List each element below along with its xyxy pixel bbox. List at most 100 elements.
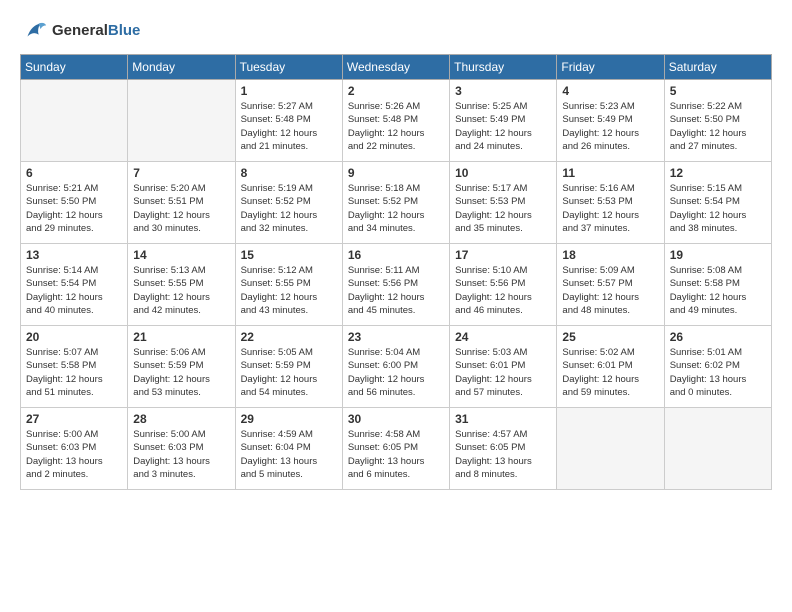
day-number: 10 <box>455 166 551 180</box>
calendar-cell: 20 Sunrise: 5:07 AMSunset: 5:58 PMDayligh… <box>21 326 128 408</box>
day-number: 15 <box>241 248 337 262</box>
weekday-header-friday: Friday <box>557 55 664 80</box>
day-number: 1 <box>241 84 337 98</box>
day-number: 28 <box>133 412 229 426</box>
calendar-cell: 5 Sunrise: 5:22 AMSunset: 5:50 PMDaylight… <box>664 80 771 162</box>
weekday-header-tuesday: Tuesday <box>235 55 342 80</box>
calendar-cell: 25 Sunrise: 5:02 AMSunset: 6:01 PMDayligh… <box>557 326 664 408</box>
calendar-week-4: 20 Sunrise: 5:07 AMSunset: 5:58 PMDayligh… <box>21 326 772 408</box>
weekday-header-row: SundayMondayTuesdayWednesdayThursdayFrid… <box>21 55 772 80</box>
day-info: Sunrise: 4:57 AMSunset: 6:05 PMDaylight:… <box>455 428 551 481</box>
day-number: 23 <box>348 330 444 344</box>
day-info: Sunrise: 5:27 AMSunset: 5:48 PMDaylight:… <box>241 100 337 153</box>
day-number: 20 <box>26 330 122 344</box>
calendar-cell: 9 Sunrise: 5:18 AMSunset: 5:52 PMDaylight… <box>342 162 449 244</box>
day-number: 16 <box>348 248 444 262</box>
calendar-cell: 29 Sunrise: 4:59 AMSunset: 6:04 PMDayligh… <box>235 408 342 490</box>
day-info: Sunrise: 5:03 AMSunset: 6:01 PMDaylight:… <box>455 346 551 399</box>
day-number: 6 <box>26 166 122 180</box>
calendar-cell: 21 Sunrise: 5:06 AMSunset: 5:59 PMDayligh… <box>128 326 235 408</box>
weekday-header-wednesday: Wednesday <box>342 55 449 80</box>
header: GeneralBlue <box>20 16 772 44</box>
day-number: 4 <box>562 84 658 98</box>
day-number: 29 <box>241 412 337 426</box>
weekday-header-monday: Monday <box>128 55 235 80</box>
day-number: 21 <box>133 330 229 344</box>
day-number: 22 <box>241 330 337 344</box>
day-number: 12 <box>670 166 766 180</box>
day-info: Sunrise: 5:04 AMSunset: 6:00 PMDaylight:… <box>348 346 444 399</box>
logo-text: GeneralBlue <box>52 22 140 39</box>
calendar-cell: 28 Sunrise: 5:00 AMSunset: 6:03 PMDayligh… <box>128 408 235 490</box>
calendar-cell: 17Sunrise: 5:10 AMSunset: 5:56 PMDayligh… <box>450 244 557 326</box>
calendar-table: SundayMondayTuesdayWednesdayThursdayFrid… <box>20 54 772 490</box>
calendar-cell <box>557 408 664 490</box>
calendar-cell: 14 Sunrise: 5:13 AMSunset: 5:55 PMDayligh… <box>128 244 235 326</box>
day-number: 14 <box>133 248 229 262</box>
day-info: Sunrise: 5:10 AMSunset: 5:56 PMDaylight:… <box>455 264 551 317</box>
day-number: 3 <box>455 84 551 98</box>
day-info: Sunrise: 5:16 AMSunset: 5:53 PMDaylight:… <box>562 182 658 235</box>
day-number: 31 <box>455 412 551 426</box>
day-info: Sunrise: 5:07 AMSunset: 5:58 PMDaylight:… <box>26 346 122 399</box>
calendar-week-2: 6Sunrise: 5:21 AMSunset: 5:50 PMDaylight… <box>21 162 772 244</box>
page: GeneralBlue SundayMondayTuesdayWednesday… <box>0 0 792 612</box>
day-info: Sunrise: 5:22 AMSunset: 5:50 PMDaylight:… <box>670 100 766 153</box>
day-info: Sunrise: 5:20 AMSunset: 5:51 PMDaylight:… <box>133 182 229 235</box>
day-info: Sunrise: 4:59 AMSunset: 6:04 PMDaylight:… <box>241 428 337 481</box>
calendar-cell: 6Sunrise: 5:21 AMSunset: 5:50 PMDaylight… <box>21 162 128 244</box>
logo: GeneralBlue <box>20 16 140 44</box>
day-info: Sunrise: 5:26 AMSunset: 5:48 PMDaylight:… <box>348 100 444 153</box>
day-number: 5 <box>670 84 766 98</box>
day-info: Sunrise: 5:00 AMSunset: 6:03 PMDaylight:… <box>26 428 122 481</box>
logo-icon <box>20 16 48 44</box>
calendar-cell: 13Sunrise: 5:14 AMSunset: 5:54 PMDayligh… <box>21 244 128 326</box>
day-info: Sunrise: 5:06 AMSunset: 5:59 PMDaylight:… <box>133 346 229 399</box>
calendar-cell <box>128 80 235 162</box>
calendar-cell: 31 Sunrise: 4:57 AMSunset: 6:05 PMDayligh… <box>450 408 557 490</box>
day-number: 25 <box>562 330 658 344</box>
calendar-week-1: 1 Sunrise: 5:27 AMSunset: 5:48 PMDaylight… <box>21 80 772 162</box>
day-info: Sunrise: 5:13 AMSunset: 5:55 PMDaylight:… <box>133 264 229 317</box>
calendar-cell: 3Sunrise: 5:25 AMSunset: 5:49 PMDaylight… <box>450 80 557 162</box>
calendar-cell: 22 Sunrise: 5:05 AMSunset: 5:59 PMDayligh… <box>235 326 342 408</box>
calendar-cell: 19 Sunrise: 5:08 AMSunset: 5:58 PMDayligh… <box>664 244 771 326</box>
calendar-cell: 24 Sunrise: 5:03 AMSunset: 6:01 PMDayligh… <box>450 326 557 408</box>
day-number: 19 <box>670 248 766 262</box>
day-number: 24 <box>455 330 551 344</box>
calendar-cell: 4Sunrise: 5:23 AMSunset: 5:49 PMDaylight… <box>557 80 664 162</box>
day-info: Sunrise: 5:00 AMSunset: 6:03 PMDaylight:… <box>133 428 229 481</box>
calendar-cell: 2 Sunrise: 5:26 AMSunset: 5:48 PMDaylight… <box>342 80 449 162</box>
calendar-cell: 15 Sunrise: 5:12 AMSunset: 5:55 PMDayligh… <box>235 244 342 326</box>
day-number: 30 <box>348 412 444 426</box>
day-number: 8 <box>241 166 337 180</box>
day-info: Sunrise: 5:11 AMSunset: 5:56 PMDaylight:… <box>348 264 444 317</box>
day-info: Sunrise: 5:05 AMSunset: 5:59 PMDaylight:… <box>241 346 337 399</box>
calendar-cell: 7Sunrise: 5:20 AMSunset: 5:51 PMDaylight… <box>128 162 235 244</box>
day-info: Sunrise: 5:18 AMSunset: 5:52 PMDaylight:… <box>348 182 444 235</box>
day-info: Sunrise: 5:02 AMSunset: 6:01 PMDaylight:… <box>562 346 658 399</box>
calendar-week-5: 27Sunrise: 5:00 AMSunset: 6:03 PMDayligh… <box>21 408 772 490</box>
day-info: Sunrise: 5:15 AMSunset: 5:54 PMDaylight:… <box>670 182 766 235</box>
day-info: Sunrise: 5:17 AMSunset: 5:53 PMDaylight:… <box>455 182 551 235</box>
calendar-cell: 12 Sunrise: 5:15 AMSunset: 5:54 PMDayligh… <box>664 162 771 244</box>
calendar-cell: 16 Sunrise: 5:11 AMSunset: 5:56 PMDayligh… <box>342 244 449 326</box>
calendar-week-3: 13Sunrise: 5:14 AMSunset: 5:54 PMDayligh… <box>21 244 772 326</box>
day-number: 18 <box>562 248 658 262</box>
weekday-header-sunday: Sunday <box>21 55 128 80</box>
weekday-header-saturday: Saturday <box>664 55 771 80</box>
weekday-header-thursday: Thursday <box>450 55 557 80</box>
calendar-cell: 11 Sunrise: 5:16 AMSunset: 5:53 PMDayligh… <box>557 162 664 244</box>
calendar-cell <box>21 80 128 162</box>
day-info: Sunrise: 5:19 AMSunset: 5:52 PMDaylight:… <box>241 182 337 235</box>
calendar-cell: 27Sunrise: 5:00 AMSunset: 6:03 PMDayligh… <box>21 408 128 490</box>
day-info: Sunrise: 5:08 AMSunset: 5:58 PMDaylight:… <box>670 264 766 317</box>
day-number: 2 <box>348 84 444 98</box>
day-info: Sunrise: 5:12 AMSunset: 5:55 PMDaylight:… <box>241 264 337 317</box>
day-info: Sunrise: 5:01 AMSunset: 6:02 PMDaylight:… <box>670 346 766 399</box>
day-number: 11 <box>562 166 658 180</box>
day-number: 9 <box>348 166 444 180</box>
calendar-cell: 1 Sunrise: 5:27 AMSunset: 5:48 PMDaylight… <box>235 80 342 162</box>
calendar-cell: 26 Sunrise: 5:01 AMSunset: 6:02 PMDayligh… <box>664 326 771 408</box>
day-number: 26 <box>670 330 766 344</box>
